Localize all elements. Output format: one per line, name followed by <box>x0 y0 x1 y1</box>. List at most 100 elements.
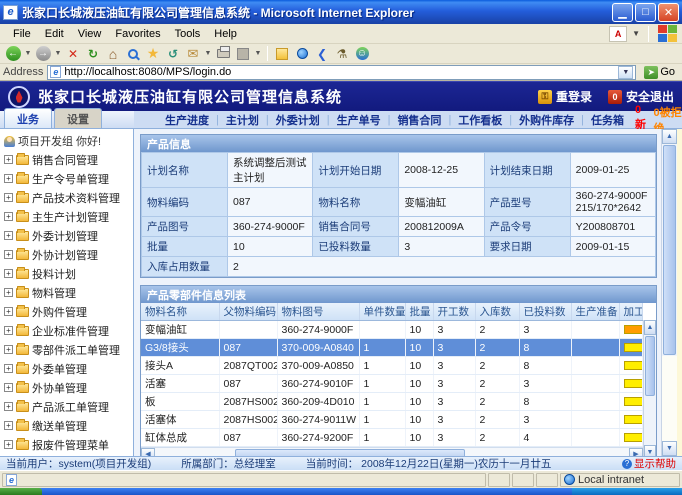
sidebar-item-3[interactable]: +主生产计划管理 <box>2 207 133 226</box>
close-button[interactable]: ✕ <box>658 3 679 22</box>
nav-item-3[interactable]: 生产单号 <box>330 112 388 128</box>
table-row[interactable]: 变幅油缸360-274-9000F1032329 % <box>141 321 643 339</box>
col-7[interactable]: 已投料数 <box>519 303 571 321</box>
tab-业务[interactable]: 业务 <box>4 108 52 128</box>
nav-item-6[interactable]: 外购件库存 <box>512 112 581 128</box>
expand-icon[interactable]: + <box>4 307 13 316</box>
col-3[interactable]: 单件数量 <box>359 303 405 321</box>
menu-edit[interactable]: Edit <box>38 26 71 42</box>
expand-icon[interactable]: + <box>4 364 13 373</box>
expand-icon[interactable]: + <box>4 345 13 354</box>
sidebar-item-0[interactable]: +销售合同管理 <box>2 150 133 169</box>
browser-globe-icon[interactable] <box>293 45 311 62</box>
address-dropdown-icon[interactable]: ▼ <box>618 66 633 79</box>
col-8[interactable]: 生产准备 <box>571 303 619 321</box>
hscroll-thumb[interactable] <box>235 449 465 457</box>
stop-icon[interactable]: ✕ <box>64 45 82 62</box>
sidebar-item-1[interactable]: +生产令号单管理 <box>2 169 133 188</box>
tab-设置[interactable]: 设置 <box>54 108 102 128</box>
mail-icon[interactable]: ✉ <box>184 45 202 62</box>
main-scroll-down-icon[interactable]: ▼ <box>662 441 677 456</box>
expand-icon[interactable]: + <box>4 440 13 449</box>
nav-item-0[interactable]: 生产进度 <box>158 112 216 128</box>
expand-icon[interactable]: + <box>4 155 13 164</box>
expand-icon[interactable]: + <box>4 231 13 240</box>
main-scroll-up-icon[interactable]: ▲ <box>662 129 677 144</box>
minimize-button[interactable]: ▁ <box>612 3 633 22</box>
expand-icon[interactable]: + <box>4 288 13 297</box>
col-2[interactable]: 物料图号 <box>277 303 359 321</box>
table-row[interactable]: 板2087HS002360-209-4D01011032820 % <box>141 393 643 411</box>
edit-dropdown-icon[interactable]: ▼ <box>254 50 262 57</box>
parts-vscrollbar[interactable]: ▲ ▼ <box>643 320 656 456</box>
sidebar-item-8[interactable]: +外购件管理 <box>2 302 133 321</box>
table-row[interactable]: G3/8接头087370-009-A084011032820 % <box>141 339 643 357</box>
expand-icon[interactable]: + <box>4 326 13 335</box>
refresh-icon[interactable]: ↻ <box>84 45 102 62</box>
table-row[interactable]: 缸体总成087360-274-9200F11032419 % <box>141 429 643 447</box>
sidebar-item-13[interactable]: +产品派工单管理 <box>2 397 133 416</box>
col-5[interactable]: 开工数 <box>433 303 475 321</box>
forward-dropdown-icon[interactable]: ▼ <box>54 50 62 57</box>
back-icon[interactable]: ← <box>4 45 22 62</box>
expand-icon[interactable]: + <box>4 383 13 392</box>
sidebar-item-11[interactable]: +外委单管理 <box>2 359 133 378</box>
pdf-dropdown-icon[interactable]: ▼ <box>627 29 645 38</box>
scroll-up-icon[interactable]: ▲ <box>644 320 656 335</box>
main-vscroll-thumb[interactable] <box>663 145 676 355</box>
nav-item-2[interactable]: 外委计划 <box>269 112 327 128</box>
nav-item-1[interactable]: 主计划 <box>219 112 266 128</box>
home-icon[interactable]: ⌂ <box>104 45 122 62</box>
sidebar-item-12[interactable]: +外协单管理 <box>2 378 133 397</box>
print-icon[interactable] <box>214 45 232 62</box>
forward-icon[interactable]: → <box>34 45 52 62</box>
messenger-icon[interactable]: ☺ <box>353 45 371 62</box>
parts-hscrollbar[interactable]: ◀ ▶ <box>141 447 643 456</box>
start-button[interactable] <box>0 488 42 495</box>
research-icon[interactable]: ⚗ <box>333 45 351 62</box>
sidebar-item-5[interactable]: +外协计划管理 <box>2 245 133 264</box>
col-9[interactable]: 加工进度 <box>619 303 643 321</box>
col-6[interactable]: 入库数 <box>475 303 519 321</box>
menu-help[interactable]: Help <box>207 26 244 42</box>
scroll-down-icon[interactable]: ▼ <box>644 445 656 456</box>
expand-icon[interactable]: + <box>4 402 13 411</box>
col-1[interactable]: 父物料编码 <box>219 303 277 321</box>
sidebar-item-4[interactable]: +外委计划管理 <box>2 226 133 245</box>
sidebar-item-15[interactable]: +报废件管理菜单 <box>2 435 133 454</box>
show-help-link[interactable]: ? 显示帮助 <box>622 456 676 471</box>
nav-item-4[interactable]: 销售合同 <box>390 112 448 128</box>
expand-icon[interactable]: + <box>4 174 13 183</box>
menu-file[interactable]: File <box>6 26 38 42</box>
discuss-icon[interactable] <box>273 45 291 62</box>
back-dropdown-icon[interactable]: ▼ <box>24 50 32 57</box>
sidebar-item-14[interactable]: +缴送单管理 <box>2 416 133 435</box>
windows-taskbar[interactable] <box>0 488 682 495</box>
sidebar-item-6[interactable]: +投料计划 <box>2 264 133 283</box>
edit-icon[interactable] <box>234 45 252 62</box>
sidebar-item-7[interactable]: +物料管理 <box>2 283 133 302</box>
col-4[interactable]: 批量 <box>405 303 433 321</box>
logout-button[interactable]: 0 安全退出 <box>608 88 674 105</box>
expand-icon[interactable]: + <box>4 250 13 259</box>
table-row[interactable]: 接头A2087QT002370-009-A085011032820 % <box>141 357 643 375</box>
address-input[interactable]: e http://localhost:8080/MPS/login.do ▼ <box>47 65 636 80</box>
scroll-left-icon[interactable]: ◀ <box>141 448 155 456</box>
sidebar-item-10[interactable]: +零部件派工单管理 <box>2 340 133 359</box>
menu-view[interactable]: View <box>71 26 109 42</box>
relogin-button[interactable]: ⚿ 重登录 <box>538 88 592 105</box>
history-icon[interactable]: ↺ <box>164 45 182 62</box>
table-row[interactable]: 活塞体2087HS002360-274-9011W11032320 % <box>141 411 643 429</box>
maximize-button[interactable]: □ <box>635 3 656 22</box>
menu-tools[interactable]: Tools <box>168 26 208 42</box>
menu-favorites[interactable]: Favorites <box>108 26 167 42</box>
expand-icon[interactable]: + <box>4 421 13 430</box>
nav-item-7[interactable]: 任务箱 <box>584 112 631 128</box>
pdf-toolbar-icon[interactable]: A <box>609 26 627 42</box>
search-icon[interactable] <box>124 45 142 62</box>
sidebar-item-2[interactable]: +产品技术资料管理 <box>2 188 133 207</box>
expand-icon[interactable]: + <box>4 193 13 202</box>
go-button[interactable]: ➤ Go <box>640 66 679 79</box>
col-0[interactable]: 物料名称 <box>141 303 219 321</box>
table-row[interactable]: 活塞087360-274-9010F11032320 % <box>141 375 643 393</box>
